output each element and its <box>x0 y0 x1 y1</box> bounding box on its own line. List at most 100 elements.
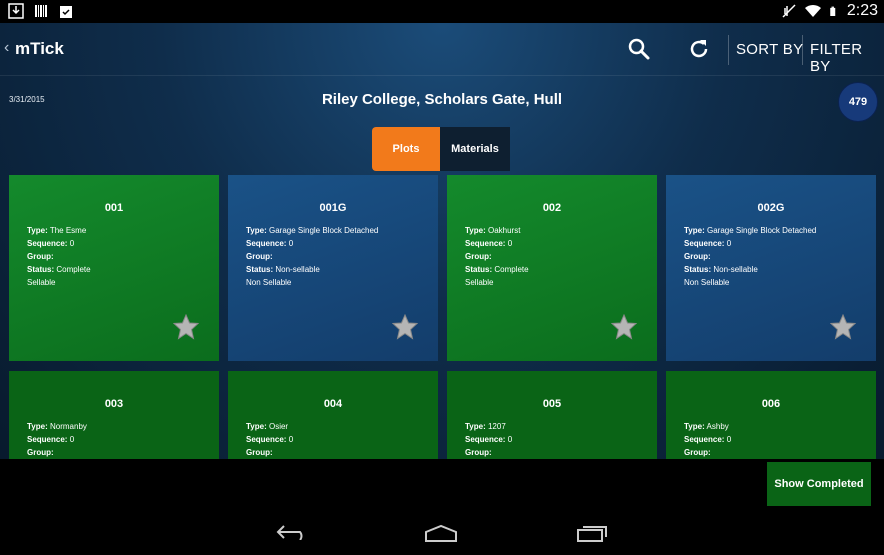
plot-sequence-value: 0 <box>507 239 513 248</box>
plot-sequence-label: Sequence: <box>246 435 287 444</box>
plot-details: Type: 1207 Sequence: 0 Group: <box>465 420 512 459</box>
plot-type-label: Type: <box>684 422 705 431</box>
plot-group: Group: <box>246 250 378 263</box>
plot-sequence-label: Sequence: <box>27 239 68 248</box>
back-chevron-icon[interactable]: ‹ <box>4 39 9 57</box>
plot-type-label: Type: <box>27 422 48 431</box>
wifi-icon <box>804 4 821 17</box>
clipboard-check-icon <box>60 6 72 18</box>
plot-sequence: Sequence: 0 <box>465 237 529 250</box>
plot-type-label: Type: <box>465 422 486 431</box>
plot-card[interactable]: 001G Type: Garage Single Block Detached Se… <box>228 175 438 361</box>
mute-icon <box>782 4 796 18</box>
plot-number: 002G <box>757 202 785 214</box>
divider <box>802 35 803 65</box>
plot-status-label: Status: <box>684 265 712 274</box>
plot-group-label: Group: <box>465 448 492 457</box>
home-icon[interactable] <box>424 524 458 542</box>
favorite-star-icon[interactable] <box>830 314 856 340</box>
plot-sequence-label: Sequence: <box>684 435 725 444</box>
plot-type: Type: Oakhurst <box>465 224 529 237</box>
plot-type: Type: Garage Single Block Detached <box>246 224 378 237</box>
plot-details: Type: Osier Sequence: 0 Group: <box>246 420 293 459</box>
plot-group: Group: <box>465 446 512 459</box>
favorite-star-icon[interactable] <box>611 314 637 340</box>
download-icon <box>8 3 24 19</box>
search-icon[interactable] <box>627 37 651 61</box>
plot-group: Group: <box>465 250 529 263</box>
plot-number: 004 <box>323 398 343 410</box>
plot-group: Group: <box>27 250 91 263</box>
plot-card[interactable]: 006 Type: Ashby Sequence: 0 Group: <box>666 371 876 459</box>
sort-by-button[interactable]: SORT BY <box>736 41 803 58</box>
plot-status-label: Status: <box>27 265 55 274</box>
plot-type-value: Garage Single Block Detached <box>706 226 817 235</box>
barcode-icon <box>35 5 47 17</box>
show-completed-button[interactable]: Show Completed <box>767 462 871 506</box>
plot-sellable: Sellable <box>465 278 494 287</box>
status-bar: 2:23 <box>0 0 884 23</box>
plot-count-badge: 479 <box>838 82 878 122</box>
plot-type: Type: Osier <box>246 420 293 433</box>
plot-number: 001 <box>104 202 124 214</box>
plot-card[interactable]: 001 Type: The Esme Sequence: 0 Group: Statu… <box>9 175 219 361</box>
plot-status: Status: Complete <box>27 263 91 276</box>
plot-sellable: Non Sellable <box>246 278 292 287</box>
plot-sequence: Sequence: 0 <box>27 433 87 446</box>
plot-sequence: Sequence: 0 <box>465 433 512 446</box>
plot-type: Type: The Esme <box>27 224 91 237</box>
favorite-star-icon[interactable] <box>392 314 418 340</box>
plot-sequence-label: Sequence: <box>246 239 287 248</box>
battery-icon <box>830 6 836 16</box>
plot-details: Type: Garage Single Block Detached Sequen… <box>684 224 816 289</box>
tab-bar: Plots Materials <box>372 127 510 171</box>
plot-details: Type: The Esme Sequence: 0 Group: Status: … <box>27 224 91 289</box>
plot-card[interactable]: 004 Type: Osier Sequence: 0 Group: <box>228 371 438 459</box>
tab-materials[interactable]: Materials <box>440 127 510 171</box>
plot-type-label: Type: <box>465 226 486 235</box>
system-nav-bar <box>0 510 884 555</box>
plot-type-value: Normanby <box>49 422 87 431</box>
plot-sequence-value: 0 <box>69 239 75 248</box>
plot-card[interactable]: 002G Type: Garage Single Block Detached Se… <box>666 175 876 361</box>
plot-sequence-value: 0 <box>69 435 75 444</box>
plot-sequence-label: Sequence: <box>465 239 506 248</box>
plot-status: Status: Non-sellable <box>684 263 816 276</box>
favorite-star-icon[interactable] <box>173 314 199 340</box>
plot-sequence-label: Sequence: <box>684 239 725 248</box>
plot-group-label: Group: <box>465 252 492 261</box>
plot-sequence-value: 0 <box>726 239 732 248</box>
plot-type-label: Type: <box>27 226 48 235</box>
refresh-icon[interactable] <box>687 37 711 61</box>
plot-number: 001G <box>319 202 347 214</box>
app-title[interactable]: mTick <box>15 39 64 59</box>
plot-type-value: Oakhurst <box>487 226 521 235</box>
plot-type: Type: Ashby <box>684 420 731 433</box>
recents-icon[interactable] <box>576 524 608 542</box>
back-icon[interactable] <box>276 524 310 540</box>
plot-card[interactable]: 005 Type: 1207 Sequence: 0 Group: <box>447 371 657 459</box>
plot-number: 006 <box>761 398 781 410</box>
plot-sequence: Sequence: 0 <box>246 237 378 250</box>
app-content: ‹ mTick SORT BY FILTER BY 3/31/2015 Rile… <box>0 23 884 459</box>
plot-status-value: Non-sellable <box>713 265 758 274</box>
plot-number: 003 <box>104 398 124 410</box>
plot-status-label: Status: <box>465 265 493 274</box>
plot-number: 005 <box>542 398 562 410</box>
tab-plots[interactable]: Plots <box>372 127 440 171</box>
plot-type: Type: 1207 <box>465 420 512 433</box>
plot-sequence: Sequence: 0 <box>684 237 816 250</box>
plot-group-label: Group: <box>27 448 54 457</box>
plot-sequence-label: Sequence: <box>465 435 506 444</box>
filter-by-button[interactable]: FILTER BY <box>810 41 884 75</box>
plot-sequence: Sequence: 0 <box>246 433 293 446</box>
plot-status-value: Complete <box>494 265 529 274</box>
plot-sequence: Sequence: 0 <box>684 433 731 446</box>
plot-status-value: Complete <box>56 265 91 274</box>
plot-card[interactable]: 002 Type: Oakhurst Sequence: 0 Group: Statu… <box>447 175 657 361</box>
site-title: Riley College, Scholars Gate, Hull <box>321 91 563 108</box>
divider <box>728 35 729 65</box>
clock: 2:23 <box>846 2 878 19</box>
plot-card[interactable]: 003 Type: Normanby Sequence: 0 Group: <box>9 371 219 459</box>
plot-group: Group: <box>246 446 293 459</box>
